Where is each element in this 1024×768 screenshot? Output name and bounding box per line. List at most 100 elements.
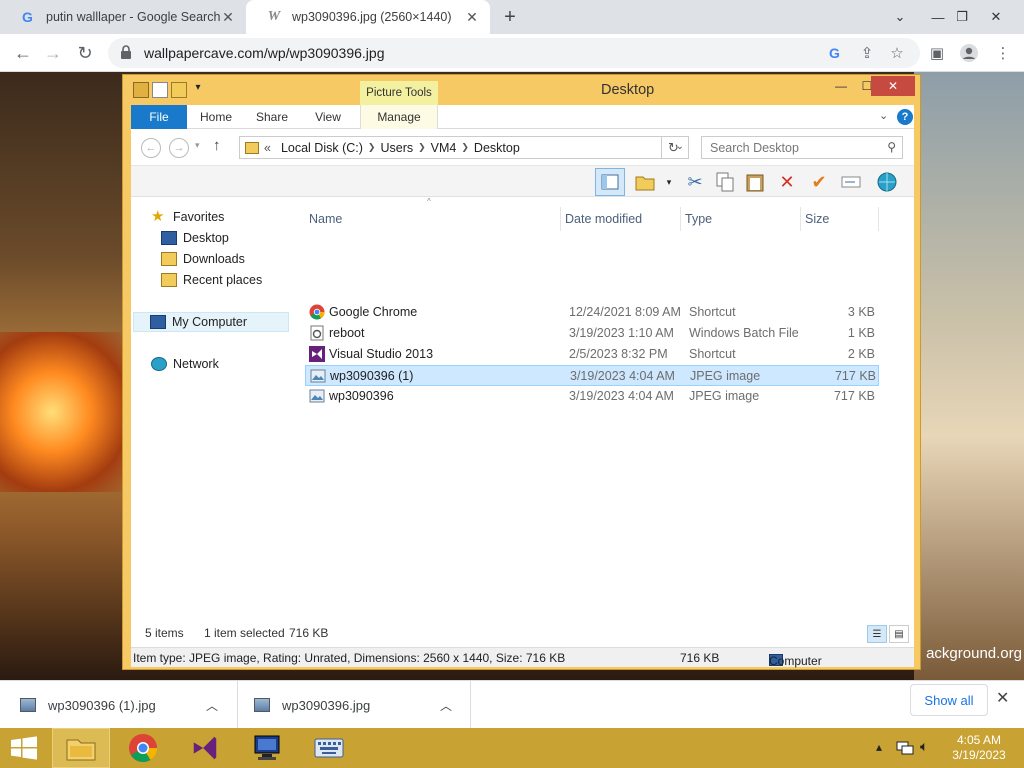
help-icon[interactable]: ? [897, 109, 913, 125]
recent-locations-chevron-icon[interactable]: ▾ [195, 140, 200, 151]
show-all-downloads-button[interactable]: Show all [910, 684, 988, 716]
google-lens-icon[interactable]: G [822, 40, 848, 66]
cut-icon[interactable]: ✂ [683, 170, 707, 194]
up-arrow-icon[interactable]: ↑ [213, 137, 221, 154]
tab-share[interactable]: Share [247, 105, 297, 129]
menu-kebab-icon[interactable]: ⋮ [990, 40, 1016, 66]
column-header-name[interactable]: Name [305, 207, 561, 231]
image-file-icon [309, 388, 325, 404]
new-folder-icon[interactable] [171, 82, 187, 98]
rename-icon[interactable] [839, 170, 863, 194]
delete-icon[interactable]: ✕ [775, 170, 799, 194]
quick-access-toolbar: ▾ [133, 82, 206, 98]
close-icon[interactable]: ✕ [871, 76, 915, 96]
network-tray-icon[interactable] [896, 740, 914, 759]
forward-arrow-icon[interactable]: → [169, 138, 189, 158]
nav-network[interactable]: Network [151, 354, 219, 374]
breadcrumb-vm4[interactable]: VM4 [431, 141, 457, 155]
taskbar-file-explorer[interactable] [52, 728, 110, 768]
breadcrumb-separator-icon[interactable]: ❯ [418, 142, 426, 153]
chevron-up-icon[interactable]: ︿ [206, 697, 218, 714]
svg-text:G: G [829, 45, 840, 61]
explorer-title-bar[interactable]: ▾ Picture Tools Desktop — ☐ ✕ [123, 75, 920, 105]
column-header-date-modified[interactable]: Date modified [561, 207, 681, 231]
minimize-icon[interactable]: — [828, 76, 854, 96]
breadcrumb-separator-icon[interactable]: ❯ [461, 142, 469, 153]
tab-home[interactable]: Home [191, 105, 241, 129]
share-icon[interactable]: ⇪ [854, 40, 880, 66]
location-label: Computer [769, 654, 822, 668]
volume-icon[interactable]: 🔈︎ [920, 738, 928, 755]
close-window-icon[interactable]: ✕ [976, 0, 1016, 34]
nav-downloads[interactable]: Downloads [161, 249, 245, 269]
taskbar-remote-desktop[interactable] [238, 728, 296, 768]
paste-icon[interactable] [743, 170, 767, 194]
file-type: Shortcut [689, 347, 736, 361]
properties-icon[interactable] [152, 82, 168, 98]
side-panel-icon[interactable]: ▣ [924, 40, 950, 66]
tab-search-chevron-icon[interactable]: ⌄ [880, 0, 920, 34]
copy-icon[interactable] [713, 170, 737, 194]
breadcrumb-overflow[interactable]: « [264, 141, 271, 155]
back-arrow-icon[interactable]: ← [10, 40, 36, 66]
bookmark-star-icon[interactable]: ☆ [884, 40, 910, 66]
tab-view[interactable]: View [303, 105, 353, 129]
search-desktop-input[interactable]: Search Desktop ⚲ [701, 136, 903, 159]
taskbar-visual-studio[interactable] [176, 728, 234, 768]
file-row-wp3090396-1[interactable]: wp3090396 (1) 3/19/2023 4:04 AM JPEG ima… [305, 365, 879, 386]
taskbar-clock[interactable]: 4:05 AM 3/19/2023 [948, 733, 1010, 763]
sort-ascending-icon: ^ [427, 197, 431, 206]
address-breadcrumb[interactable]: « Local Disk (C:) ❯ Users ❯ VM4 ❯ Deskto… [239, 136, 689, 159]
folder-options-icon[interactable] [633, 170, 657, 194]
nav-desktop[interactable]: Desktop [161, 228, 229, 248]
downloads-folder-icon [161, 252, 177, 266]
expand-ribbon-chevron-icon[interactable]: ⌄ [879, 109, 888, 122]
address-bar[interactable]: wallpapercave.com/wp/wp3090396.jpg [108, 38, 920, 68]
reload-icon[interactable]: ↻ [72, 40, 98, 66]
shell-globe-icon[interactable] [875, 170, 899, 194]
back-arrow-icon[interactable]: ← [141, 138, 161, 158]
file-row-visual-studio[interactable]: Visual Studio 2013 2/5/2023 8:32 PM Shor… [305, 344, 879, 365]
show-hidden-icons-icon[interactable]: ▴ [876, 740, 882, 754]
download-item-wp3090396-1[interactable]: wp3090396 (1).jpg ︿ [20, 681, 232, 729]
breadcrumb-users[interactable]: Users [380, 141, 413, 155]
close-tab-icon[interactable]: ✕ [220, 9, 236, 26]
properties-check-icon[interactable]: ✔ [807, 170, 831, 194]
nav-recent-places[interactable]: Recent places [161, 270, 262, 290]
browser-tab-wallpaper-image[interactable]: W wp3090396.jpg (2560×1440) ✕ [246, 0, 490, 34]
column-header-type[interactable]: Type [681, 207, 801, 231]
refresh-icon[interactable]: ↻ [661, 136, 685, 159]
large-icons-view-icon[interactable]: ▤ [889, 625, 909, 643]
breadcrumb-desktop[interactable]: Desktop [474, 141, 520, 155]
clock-time: 4:05 AM [956, 733, 1002, 747]
new-tab-button[interactable]: + [500, 6, 520, 28]
taskbar-on-screen-keyboard[interactable] [300, 728, 358, 768]
forward-arrow-icon[interactable]: → [40, 40, 66, 66]
tab-manage[interactable]: Manage [360, 105, 438, 129]
download-item-wp3090396[interactable]: wp3090396.jpg ︿ [254, 681, 466, 729]
breadcrumb-local-disk[interactable]: Local Disk (C:) [281, 141, 363, 155]
wallpapercave-icon: W [267, 9, 281, 24]
customize-qat-chevron-icon[interactable]: ▾ [190, 82, 206, 98]
close-download-shelf-icon[interactable]: ✕ [996, 688, 1009, 708]
file-row-google-chrome[interactable]: Google Chrome 12/24/2021 8:09 AM Shortcu… [305, 302, 879, 323]
nav-label: My Computer [172, 315, 248, 329]
file-row-wp3090396[interactable]: wp3090396 3/19/2023 4:04 AM JPEG image 7… [305, 386, 879, 407]
details-view-icon[interactable]: ☰ [867, 625, 887, 643]
file-row-reboot[interactable]: reboot 3/19/2023 1:10 AM Windows Batch F… [305, 323, 879, 344]
nav-my-computer[interactable]: My Computer [133, 312, 289, 332]
image-file-icon [254, 698, 270, 712]
folder-options-chevron-icon[interactable]: ▾ [657, 170, 681, 194]
nav-favorites[interactable]: ★ Favorites [151, 207, 224, 227]
column-header-size[interactable]: Size [801, 207, 879, 231]
chevron-up-icon[interactable]: ︿ [440, 697, 452, 714]
breadcrumb-separator-icon[interactable]: ❯ [368, 142, 376, 153]
nav-label: Favorites [173, 210, 225, 224]
preview-pane-icon[interactable] [595, 168, 625, 196]
windows-start-icon[interactable] [10, 736, 38, 760]
tab-file[interactable]: File [131, 105, 187, 129]
profile-avatar-icon[interactable] [956, 40, 982, 66]
close-tab-icon[interactable]: ✕ [464, 9, 480, 26]
browser-tab-google-search[interactable]: G putin walllaper - Google Search ✕ [0, 0, 246, 34]
taskbar-chrome[interactable] [114, 728, 172, 768]
